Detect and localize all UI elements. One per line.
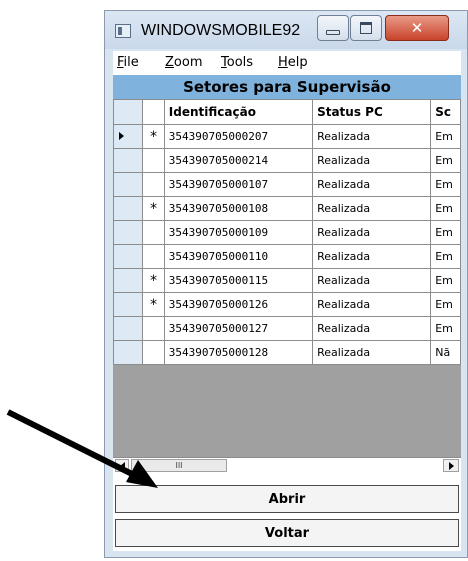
table-row[interactable]: 354390705000127 Realizada Em: [113, 316, 461, 341]
current-row-icon: [119, 132, 124, 140]
back-button[interactable]: Voltar: [115, 519, 459, 547]
star-cell: [142, 244, 165, 269]
maximize-button[interactable]: [350, 15, 382, 41]
close-button[interactable]: ✕: [385, 15, 449, 41]
scroll-left-button[interactable]: [115, 459, 129, 472]
app-icon: [115, 24, 131, 38]
star-cell: [142, 316, 165, 341]
minimize-button[interactable]: [317, 15, 349, 41]
cell-status-pc[interactable]: Realizada: [312, 316, 432, 341]
cell-sc[interactable]: Nã: [430, 340, 461, 365]
cell-sc[interactable]: Em: [430, 172, 461, 197]
cell-sc[interactable]: Em: [430, 316, 461, 341]
star-cell: *: [142, 292, 165, 317]
menu-help-label: elp: [287, 55, 308, 70]
table-row[interactable]: 354390705000128 Realizada Nã: [113, 340, 461, 365]
menu-file[interactable]: File: [117, 55, 139, 70]
arrow-right-icon: [448, 461, 454, 470]
minimize-icon: [326, 29, 340, 35]
cell-identificacao[interactable]: 354390705000108: [163, 196, 314, 221]
cell-identificacao[interactable]: 354390705000127: [163, 316, 314, 341]
arrow-left-icon: [119, 461, 125, 470]
cell-status-pc[interactable]: Realizada: [312, 220, 432, 245]
menu-bar: File Zoom Tools Help: [113, 51, 461, 75]
star-cell: *: [142, 196, 165, 221]
cell-sc[interactable]: Em: [430, 124, 461, 149]
row-selector[interactable]: [113, 172, 144, 197]
table-row[interactable]: * 354390705000126 Realizada Em: [113, 292, 461, 317]
cell-identificacao[interactable]: 354390705000214: [163, 148, 314, 173]
star-cell: [142, 220, 165, 245]
row-selector[interactable]: [113, 244, 144, 269]
cell-identificacao[interactable]: 354390705000115: [163, 268, 314, 293]
form-title: Setores para Supervisão: [113, 75, 461, 99]
cell-identificacao[interactable]: 354390705000110: [163, 244, 314, 269]
star-cell: *: [142, 268, 165, 293]
row-selector[interactable]: [113, 220, 144, 245]
cell-identificacao[interactable]: 354390705000126: [163, 292, 314, 317]
star-cell: [142, 172, 165, 197]
cell-sc[interactable]: Em: [430, 220, 461, 245]
cell-status-pc[interactable]: Realizada: [312, 292, 432, 317]
star-column-header[interactable]: [142, 99, 165, 125]
star-cell: [142, 340, 165, 365]
cell-identificacao[interactable]: 354390705000128: [163, 340, 314, 365]
menu-tools-label: ools: [226, 55, 254, 70]
title-bar[interactable]: WINDOWSMOBILE92 ✕: [105, 11, 467, 49]
cell-status-pc[interactable]: Realizada: [312, 148, 432, 173]
table-row[interactable]: 354390705000214 Realizada Em: [113, 148, 461, 173]
row-selector[interactable]: [113, 316, 144, 341]
scroll-thumb[interactable]: III: [131, 459, 227, 472]
cell-status-pc[interactable]: Realizada: [312, 244, 432, 269]
horizontal-scrollbar[interactable]: III: [113, 457, 461, 474]
menu-tools[interactable]: Tools: [221, 55, 253, 70]
scroll-right-button[interactable]: [443, 459, 459, 472]
window-title: WINDOWSMOBILE92: [141, 22, 301, 39]
table-row[interactable]: * 354390705000108 Realizada Em: [113, 196, 461, 221]
cell-status-pc[interactable]: Realizada: [312, 124, 432, 149]
menu-help[interactable]: Help: [278, 55, 308, 70]
cell-sc[interactable]: Em: [430, 196, 461, 221]
cell-sc[interactable]: Em: [430, 268, 461, 293]
menu-file-label: ile: [123, 55, 139, 70]
table-row[interactable]: 354390705000109 Realizada Em: [113, 220, 461, 245]
menu-zoom-label: oom: [173, 55, 203, 70]
table-row[interactable]: 354390705000110 Realizada Em: [113, 244, 461, 269]
app-window: WINDOWSMOBILE92 ✕ File Zoom Tools Help S…: [104, 10, 468, 558]
menu-zoom[interactable]: Zoom: [165, 55, 202, 70]
open-button[interactable]: Abrir: [115, 485, 459, 513]
row-selector[interactable]: [113, 340, 144, 365]
row-selector[interactable]: [113, 196, 144, 221]
cell-sc[interactable]: Em: [430, 148, 461, 173]
cell-status-pc[interactable]: Realizada: [312, 340, 432, 365]
cell-status-pc[interactable]: Realizada: [312, 268, 432, 293]
close-icon: ✕: [410, 19, 424, 37]
star-cell: *: [142, 124, 165, 149]
cell-identificacao[interactable]: 354390705000109: [163, 220, 314, 245]
menu-help-mnemonic: H: [278, 55, 288, 70]
table-row[interactable]: 354390705000107 Realizada Em: [113, 172, 461, 197]
column-header-identificacao[interactable]: Identificação: [163, 99, 314, 125]
column-header-status-pc[interactable]: Status PC: [312, 99, 432, 125]
menu-zoom-mnemonic: Z: [165, 55, 174, 70]
maximize-icon: [360, 22, 372, 34]
cell-status-pc[interactable]: Realizada: [312, 172, 432, 197]
row-selector[interactable]: [113, 268, 144, 293]
cell-status-pc[interactable]: Realizada: [312, 196, 432, 221]
cell-identificacao[interactable]: 354390705000207: [163, 124, 314, 149]
client-area: File Zoom Tools Help Setores para Superv…: [113, 51, 461, 551]
row-selector[interactable]: [113, 124, 144, 149]
row-selector[interactable]: [113, 292, 144, 317]
star-cell: [142, 148, 165, 173]
data-grid: Identificação Status PC Sc * 354390705000…: [113, 99, 461, 365]
corner-header[interactable]: [113, 99, 144, 125]
table-row[interactable]: * 354390705000115 Realizada Em: [113, 268, 461, 293]
table-row[interactable]: * 354390705000207 Realizada Em: [113, 124, 461, 149]
column-header-sc[interactable]: Sc: [430, 99, 461, 125]
data-grid-area: Identificação Status PC Sc * 354390705000…: [113, 99, 461, 457]
row-selector[interactable]: [113, 148, 144, 173]
cell-identificacao[interactable]: 354390705000107: [163, 172, 314, 197]
cell-sc[interactable]: Em: [430, 244, 461, 269]
cell-sc[interactable]: Em: [430, 292, 461, 317]
